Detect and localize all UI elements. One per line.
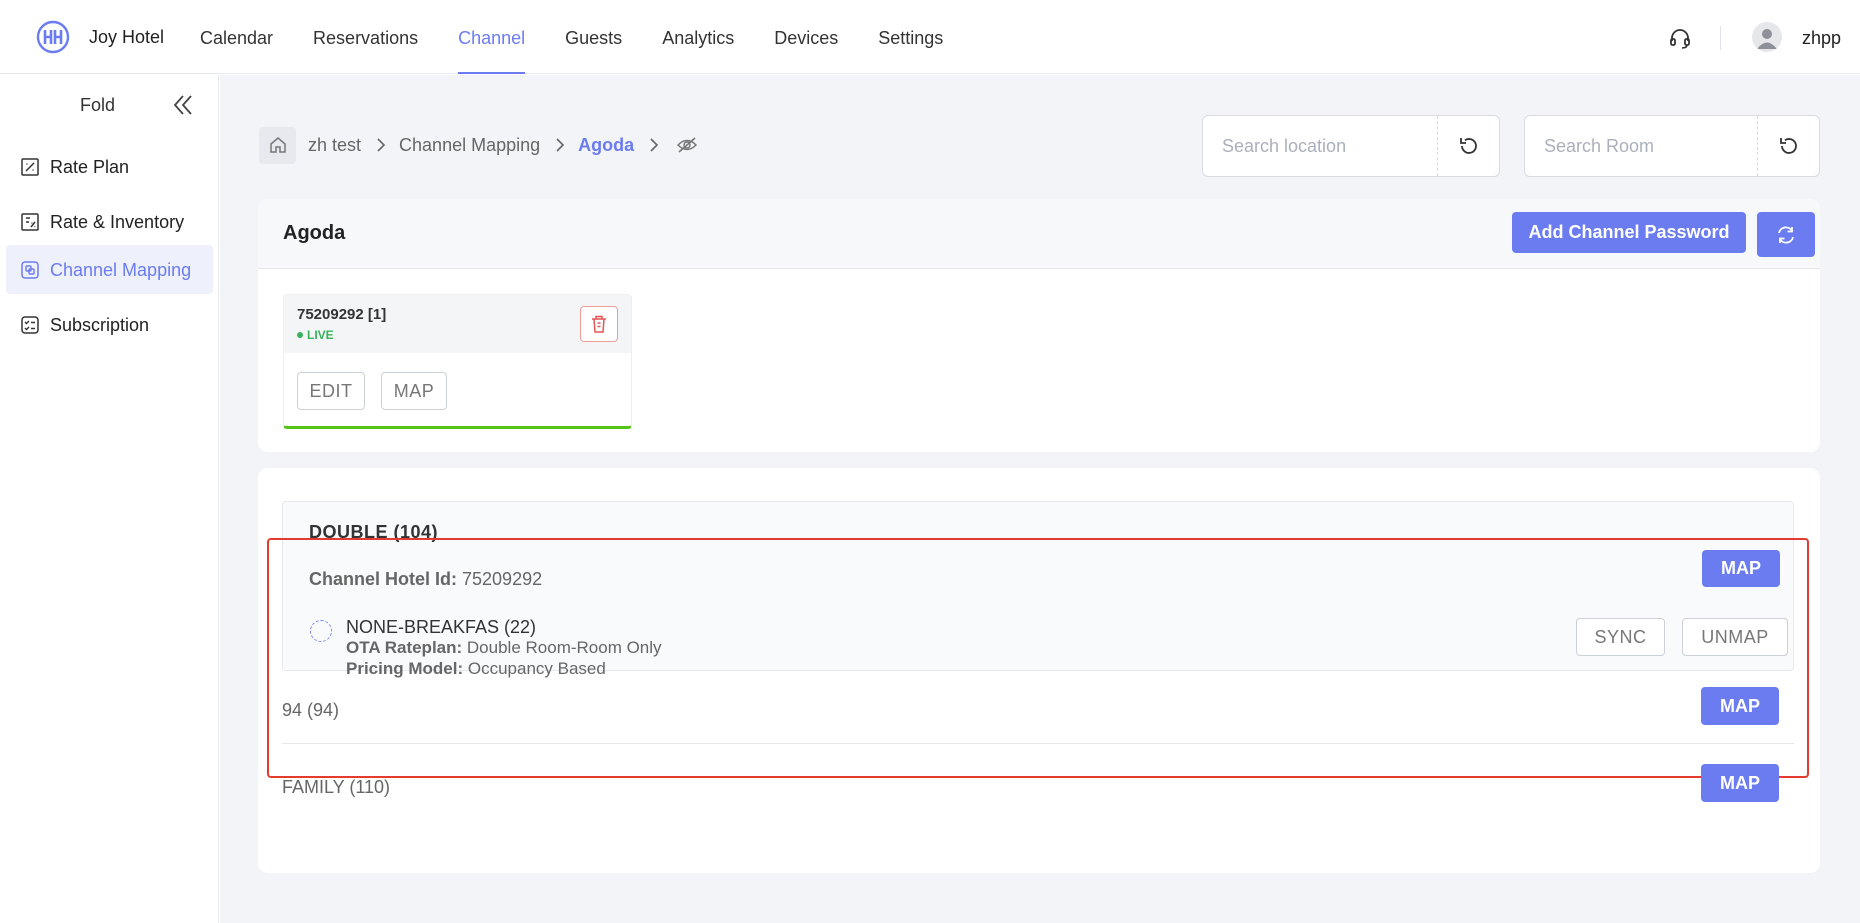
channel-account-card: 75209292 [1] LIVE EDIT MAP bbox=[283, 294, 632, 429]
search-location-box bbox=[1202, 115, 1500, 177]
add-channel-password-button[interactable]: Add Channel Password bbox=[1512, 212, 1746, 253]
room-label: FAMILY (110) bbox=[282, 777, 391, 797]
status-dot bbox=[297, 332, 303, 338]
home-icon bbox=[269, 137, 286, 153]
room-label: 94 (94) bbox=[282, 700, 340, 720]
refresh-channel-button[interactable] bbox=[1757, 212, 1815, 257]
mapped-room-box: DOUBLE (104) Channel Hotel Id: 75209292 … bbox=[282, 501, 1794, 678]
sidebar-item-label: Rate & Inventory bbox=[50, 212, 185, 232]
reset-icon bbox=[1459, 138, 1477, 154]
hotel-logo-icon[interactable] bbox=[36, 20, 70, 54]
search-location-input[interactable] bbox=[1203, 116, 1437, 176]
main-nav: Calendar Reservations Channel Guests Ana… bbox=[200, 0, 983, 74]
channel-title: Agoda bbox=[283, 222, 346, 244]
nav-channel[interactable]: Channel bbox=[458, 0, 526, 74]
nav-analytics[interactable]: Analytics bbox=[662, 0, 734, 74]
subscription-icon bbox=[21, 316, 39, 334]
eye-off-icon[interactable] bbox=[676, 135, 698, 155]
sidebar-item-rate-plan[interactable]: Rate Plan bbox=[6, 142, 213, 191]
nav-guests[interactable]: Guests bbox=[565, 0, 622, 74]
sync-icon bbox=[1778, 226, 1794, 243]
home-button[interactable] bbox=[259, 126, 296, 164]
hotel-id-label: Channel Hotel Id: bbox=[309, 569, 457, 589]
sync-rate-button[interactable]: SYNC bbox=[1576, 618, 1665, 656]
status-badge: LIVE bbox=[297, 328, 334, 342]
pricing-model-label: Pricing Model: bbox=[346, 659, 464, 678]
edit-account-button[interactable]: EDIT bbox=[297, 372, 365, 410]
row-divider bbox=[282, 743, 1794, 744]
breadcrumb-agoda: Agoda bbox=[578, 134, 635, 155]
room-title: DOUBLE (104) bbox=[309, 522, 439, 542]
username[interactable]: zhpp bbox=[1802, 28, 1841, 49]
chevron-right-icon bbox=[377, 138, 386, 152]
room-row: FAMILY (110) MAP bbox=[282, 759, 1794, 819]
delete-account-button[interactable] bbox=[580, 306, 618, 342]
map-room-button[interactable]: MAP bbox=[1701, 764, 1779, 802]
pricing-model-line: Pricing Model: Occupancy Based bbox=[346, 659, 606, 679]
breadcrumb: zh test Channel Mapping Agoda bbox=[259, 126, 698, 164]
top-navigation-bar: Joy Hotel Calendar Reservations Channel … bbox=[0, 0, 1860, 74]
ota-rateplan-value: Double Room-Room Only bbox=[466, 638, 662, 657]
brand-name[interactable]: Joy Hotel bbox=[89, 27, 164, 48]
search-location-reset-button[interactable] bbox=[1437, 116, 1499, 176]
map-room-button[interactable]: MAP bbox=[1701, 687, 1779, 725]
rate-inventory-icon bbox=[21, 213, 39, 231]
status-text: LIVE bbox=[307, 328, 334, 342]
search-room-box bbox=[1524, 115, 1820, 177]
unmap-rate-button[interactable]: UNMAP bbox=[1682, 618, 1788, 656]
account-header: 75209292 [1] LIVE bbox=[284, 295, 631, 353]
channel-mapping-icon bbox=[21, 261, 39, 279]
search-room-reset-button[interactable] bbox=[1757, 116, 1819, 176]
channel-hotel-id: Channel Hotel Id: 75209292 bbox=[309, 569, 542, 590]
channel-card-header: Agoda Add Channel Password bbox=[258, 199, 1820, 269]
chevron-right-icon bbox=[650, 138, 659, 152]
breadcrumb-channel-mapping[interactable]: Channel Mapping bbox=[399, 135, 540, 156]
rate-plan-icon bbox=[21, 158, 39, 176]
search-room-input[interactable] bbox=[1525, 116, 1757, 176]
trash-icon bbox=[592, 315, 606, 333]
sidebar-item-label: Channel Mapping bbox=[50, 260, 192, 280]
sidebar-item-channel-mapping[interactable]: Channel Mapping bbox=[6, 245, 213, 294]
top-divider bbox=[1720, 26, 1721, 50]
nav-devices[interactable]: Devices bbox=[774, 0, 838, 74]
user-avatar[interactable] bbox=[1752, 22, 1782, 52]
sidebar-item-label: Subscription bbox=[50, 315, 150, 335]
sidebar-item-rate-inventory[interactable]: Rate & Inventory bbox=[6, 197, 213, 246]
double-chevron-left-icon[interactable] bbox=[170, 92, 196, 118]
map-room-button[interactable]: MAP bbox=[1702, 550, 1780, 587]
channel-card: Agoda Add Channel Password 75209292 [1] … bbox=[258, 199, 1820, 452]
sidebar-item-subscription[interactable]: Subscription bbox=[6, 300, 213, 349]
main-content: zh test Channel Mapping Agoda Search loc… bbox=[220, 75, 1860, 923]
breadcrumb-property[interactable]: zh test bbox=[308, 135, 361, 156]
sidebar: Fold Rate Plan Rate & Inventory Channel … bbox=[0, 75, 219, 923]
headset-icon[interactable] bbox=[1668, 27, 1692, 51]
fold-label[interactable]: Fold bbox=[80, 95, 115, 116]
ota-rateplan-label: OTA Rateplan: bbox=[346, 638, 463, 657]
nav-settings[interactable]: Settings bbox=[878, 0, 943, 74]
rooms-card: DOUBLE (104) Channel Hotel Id: 75209292 … bbox=[258, 468, 1820, 873]
rate-plan-radio[interactable] bbox=[310, 620, 332, 642]
pricing-model-value: Occupancy Based bbox=[467, 659, 606, 678]
rate-plan-name: NONE-BREAKFAS (22) bbox=[346, 617, 537, 637]
map-account-button[interactable]: MAP bbox=[381, 372, 447, 410]
account-id: 75209292 [1] bbox=[297, 306, 387, 323]
room-row: 94 (94) MAP bbox=[282, 682, 1794, 742]
nav-reservations[interactable]: Reservations bbox=[313, 0, 418, 74]
user-icon bbox=[1757, 29, 1777, 49]
reset-icon bbox=[1779, 138, 1797, 154]
nav-calendar[interactable]: Calendar bbox=[200, 0, 273, 74]
ota-rateplan-line: OTA Rateplan: Double Room-Room Only bbox=[346, 638, 662, 658]
hotel-id-value: 75209292 bbox=[462, 569, 543, 589]
chevron-right-icon bbox=[556, 138, 565, 152]
sidebar-item-label: Rate Plan bbox=[50, 157, 130, 177]
